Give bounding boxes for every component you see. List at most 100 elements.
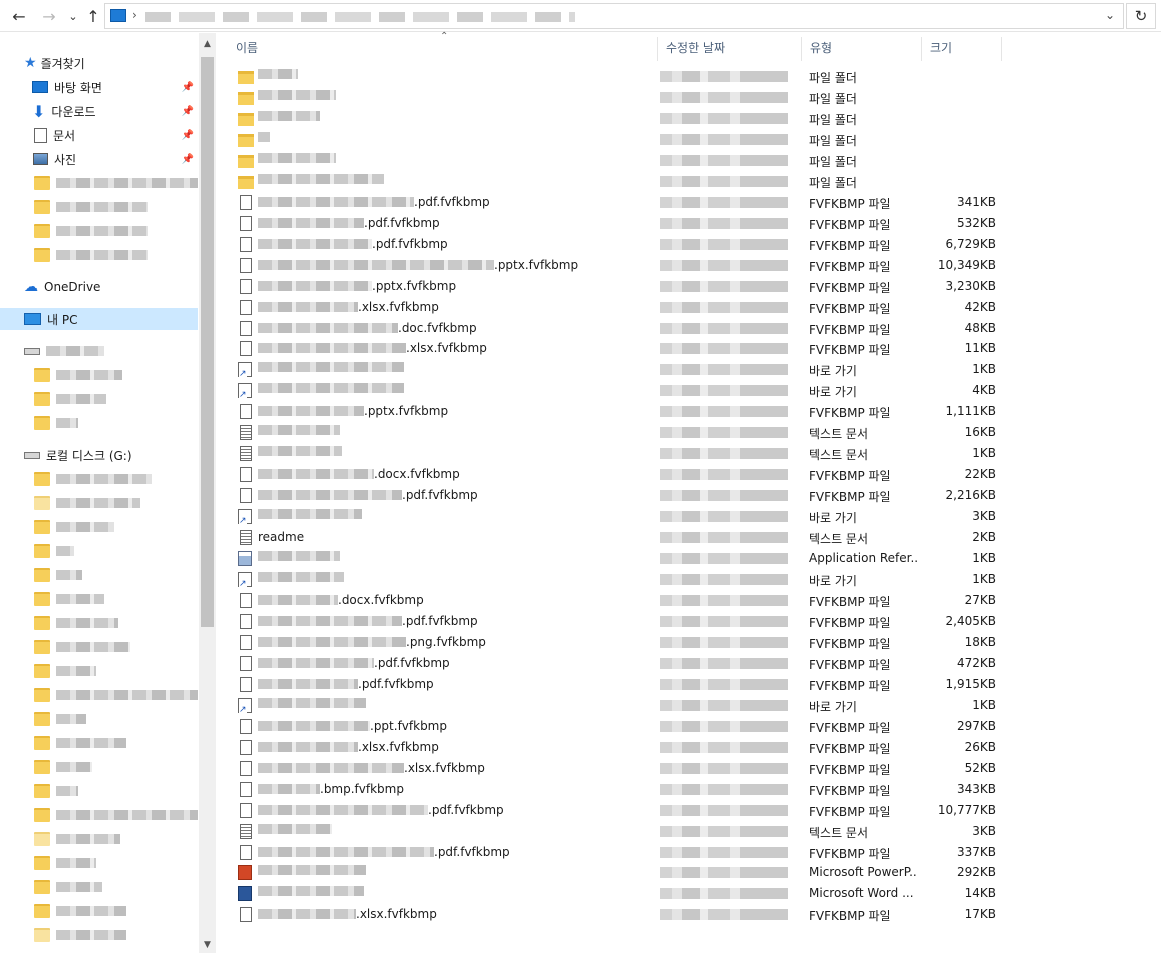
column-size[interactable]: 크기 xyxy=(922,37,1002,61)
file-size: 26KB xyxy=(964,739,996,754)
table-row[interactable]: 바로 가기 4KB xyxy=(228,380,1008,401)
table-row[interactable]: 바로 가기 1KB xyxy=(228,695,1008,716)
breadcrumb-path[interactable] xyxy=(145,12,575,22)
table-row[interactable]: readme 텍스트 문서 2KB xyxy=(228,527,1008,548)
recent-locations-chevron-icon[interactable]: ⌄ xyxy=(62,5,84,27)
file-type: 텍스트 문서 xyxy=(809,448,869,463)
table-row[interactable]: .xlsx.fvfkbmp FVFKBMP 파일 42KB xyxy=(228,297,1008,318)
sidebar-item-folder[interactable] xyxy=(34,612,198,634)
table-row[interactable]: .pdf.fvfkbmp FVFKBMP 파일 2,405KB xyxy=(228,611,1008,632)
table-row[interactable]: .pdf.fvfkbmp FVFKBMP 파일 472KB xyxy=(228,653,1008,674)
folder-icon xyxy=(34,592,50,606)
scrollbar-thumb[interactable] xyxy=(201,57,214,627)
sidebar-item-pictures[interactable]: 사진 📌 xyxy=(33,148,198,170)
table-row[interactable]: 텍스트 문서 1KB xyxy=(228,443,1008,464)
table-row[interactable]: .pdf.fvfkbmp FVFKBMP 파일 341KB xyxy=(228,192,1008,213)
sidebar-item-folder[interactable] xyxy=(34,412,198,434)
folder-icon xyxy=(238,71,254,84)
column-name[interactable]: 이름 xyxy=(228,37,658,61)
table-row[interactable]: .pdf.fvfkbmp FVFKBMP 파일 6,729KB xyxy=(228,234,1008,255)
table-row[interactable]: .xlsx.fvfkbmp FVFKBMP 파일 52KB xyxy=(228,758,1008,779)
sidebar-item-folder[interactable] xyxy=(34,388,198,410)
sidebar-item-quick-access[interactable]: ★ 즐겨찾기 xyxy=(24,52,198,74)
sidebar-item-folder[interactable] xyxy=(34,172,198,194)
table-row[interactable]: 텍스트 문서 16KB xyxy=(228,422,1008,443)
address-dropdown-icon[interactable]: ⌄ xyxy=(1105,8,1115,22)
sidebar-item-folder[interactable] xyxy=(34,852,198,874)
table-row[interactable]: .docx.fvfkbmp FVFKBMP 파일 27KB xyxy=(228,590,1008,611)
scroll-up-icon[interactable]: ▲ xyxy=(199,36,216,52)
table-row[interactable]: Application Refer... 1KB xyxy=(228,548,1008,569)
file-name: .pdf.fvfkbmp xyxy=(258,195,490,209)
sidebar-item-drive[interactable] xyxy=(24,340,198,362)
table-row[interactable]: .pdf.fvfkbmp FVFKBMP 파일 532KB xyxy=(228,213,1008,234)
sidebar-item-local-disk[interactable]: 로컬 디스크 (G:) xyxy=(24,444,198,466)
sidebar-item-folder[interactable] xyxy=(34,660,198,682)
table-row[interactable]: 파일 폴더 xyxy=(228,87,1008,108)
sidebar-item-folder[interactable] xyxy=(34,828,198,850)
table-row[interactable]: 파일 폴더 xyxy=(228,171,1008,192)
sidebar-item-folder[interactable] xyxy=(34,588,198,610)
table-row[interactable]: .pdf.fvfkbmp FVFKBMP 파일 1,915KB xyxy=(228,674,1008,695)
sidebar-item-downloads[interactable]: ⬇ 다운로드 📌 xyxy=(32,100,198,122)
sidebar-item-desktop[interactable]: 바탕 화면 📌 xyxy=(32,76,198,98)
column-type[interactable]: 유형 xyxy=(802,37,922,61)
up-arrow-icon[interactable]: ↑ xyxy=(82,5,104,27)
sidebar-item-folder[interactable] xyxy=(34,924,198,946)
table-row[interactable]: 바로 가기 1KB xyxy=(228,359,1008,380)
table-row[interactable]: .pptx.fvfkbmp FVFKBMP 파일 1,111KB xyxy=(228,401,1008,422)
table-row[interactable]: .docx.fvfkbmp FVFKBMP 파일 22KB xyxy=(228,464,1008,485)
back-arrow-icon[interactable]: ← xyxy=(8,5,30,27)
table-row[interactable]: 파일 폴더 xyxy=(228,66,1008,87)
sidebar-item-folder[interactable] xyxy=(34,684,198,706)
sidebar-item-folder[interactable] xyxy=(34,540,198,562)
scroll-down-icon[interactable]: ▼ xyxy=(199,937,216,953)
column-date-modified[interactable]: 수정한 날짜 xyxy=(658,37,802,61)
sidebar-item-folder[interactable] xyxy=(34,564,198,586)
sidebar-item-folder[interactable] xyxy=(34,244,198,266)
table-row[interactable]: .pptx.fvfkbmp FVFKBMP 파일 3,230KB xyxy=(228,276,1008,297)
table-row[interactable]: .pptx.fvfkbmp FVFKBMP 파일 10,349KB xyxy=(228,255,1008,276)
sidebar-item-folder[interactable] xyxy=(34,804,198,826)
table-row[interactable]: 파일 폴더 xyxy=(228,108,1008,129)
table-row[interactable]: 바로 가기 3KB xyxy=(228,506,1008,527)
sidebar-item-this-pc[interactable]: 내 PC xyxy=(0,308,198,330)
refresh-icon[interactable]: ↻ xyxy=(1126,3,1156,29)
address-bar[interactable]: › ⌄ xyxy=(104,3,1124,29)
table-row[interactable]: .png.fvfkbmp FVFKBMP 파일 18KB xyxy=(228,632,1008,653)
table-row[interactable]: .pdf.fvfkbmp FVFKBMP 파일 10,777KB xyxy=(228,800,1008,821)
table-row[interactable]: 파일 폴더 xyxy=(228,129,1008,150)
table-row[interactable]: .ppt.fvfkbmp FVFKBMP 파일 297KB xyxy=(228,716,1008,737)
table-row[interactable]: .xlsx.fvfkbmp FVFKBMP 파일 11KB xyxy=(228,338,1008,359)
sidebar-item-folder[interactable] xyxy=(34,220,198,242)
table-row[interactable]: .pdf.fvfkbmp FVFKBMP 파일 2,216KB xyxy=(228,485,1008,506)
table-row[interactable]: 파일 폴더 xyxy=(228,150,1008,171)
table-row[interactable]: Microsoft PowerP... 292KB xyxy=(228,862,1008,883)
table-row[interactable]: .xlsx.fvfkbmp FVFKBMP 파일 17KB xyxy=(228,904,1008,925)
table-row[interactable]: .pdf.fvfkbmp FVFKBMP 파일 337KB xyxy=(228,842,1008,863)
sidebar-item-folder[interactable] xyxy=(34,900,198,922)
redacted-name xyxy=(258,865,366,876)
sidebar-item-folder[interactable] xyxy=(34,468,198,490)
forward-arrow-icon[interactable]: → xyxy=(38,5,60,27)
folder-icon xyxy=(34,496,50,510)
sidebar-item-folder[interactable] xyxy=(34,732,198,754)
sidebar-item-folder[interactable] xyxy=(34,780,198,802)
sidebar-item-onedrive[interactable]: ☁ OneDrive xyxy=(24,276,198,298)
sidebar-item-folder[interactable] xyxy=(34,364,198,386)
sidebar-item-folder[interactable] xyxy=(34,492,198,514)
table-row[interactable]: .xlsx.fvfkbmp FVFKBMP 파일 26KB xyxy=(228,737,1008,758)
table-row[interactable]: 바로 가기 1KB xyxy=(228,569,1008,590)
sidebar-item-folder[interactable] xyxy=(34,636,198,658)
table-row[interactable]: .bmp.fvfkbmp FVFKBMP 파일 343KB xyxy=(228,779,1008,800)
table-row[interactable]: 텍스트 문서 3KB xyxy=(228,821,1008,842)
table-row[interactable]: .doc.fvfkbmp FVFKBMP 파일 48KB xyxy=(228,318,1008,339)
sidebar-scrollbar[interactable]: ▲ ▼ xyxy=(199,33,216,953)
sidebar-item-folder[interactable] xyxy=(34,756,198,778)
sidebar-item-folder[interactable] xyxy=(34,196,198,218)
sidebar-item-folder[interactable] xyxy=(34,708,198,730)
sidebar-item-documents[interactable]: 문서 📌 xyxy=(34,124,198,146)
table-row[interactable]: Microsoft Word ... 14KB xyxy=(228,883,1008,904)
sidebar-item-folder[interactable] xyxy=(34,876,198,898)
sidebar-item-folder[interactable] xyxy=(34,516,198,538)
